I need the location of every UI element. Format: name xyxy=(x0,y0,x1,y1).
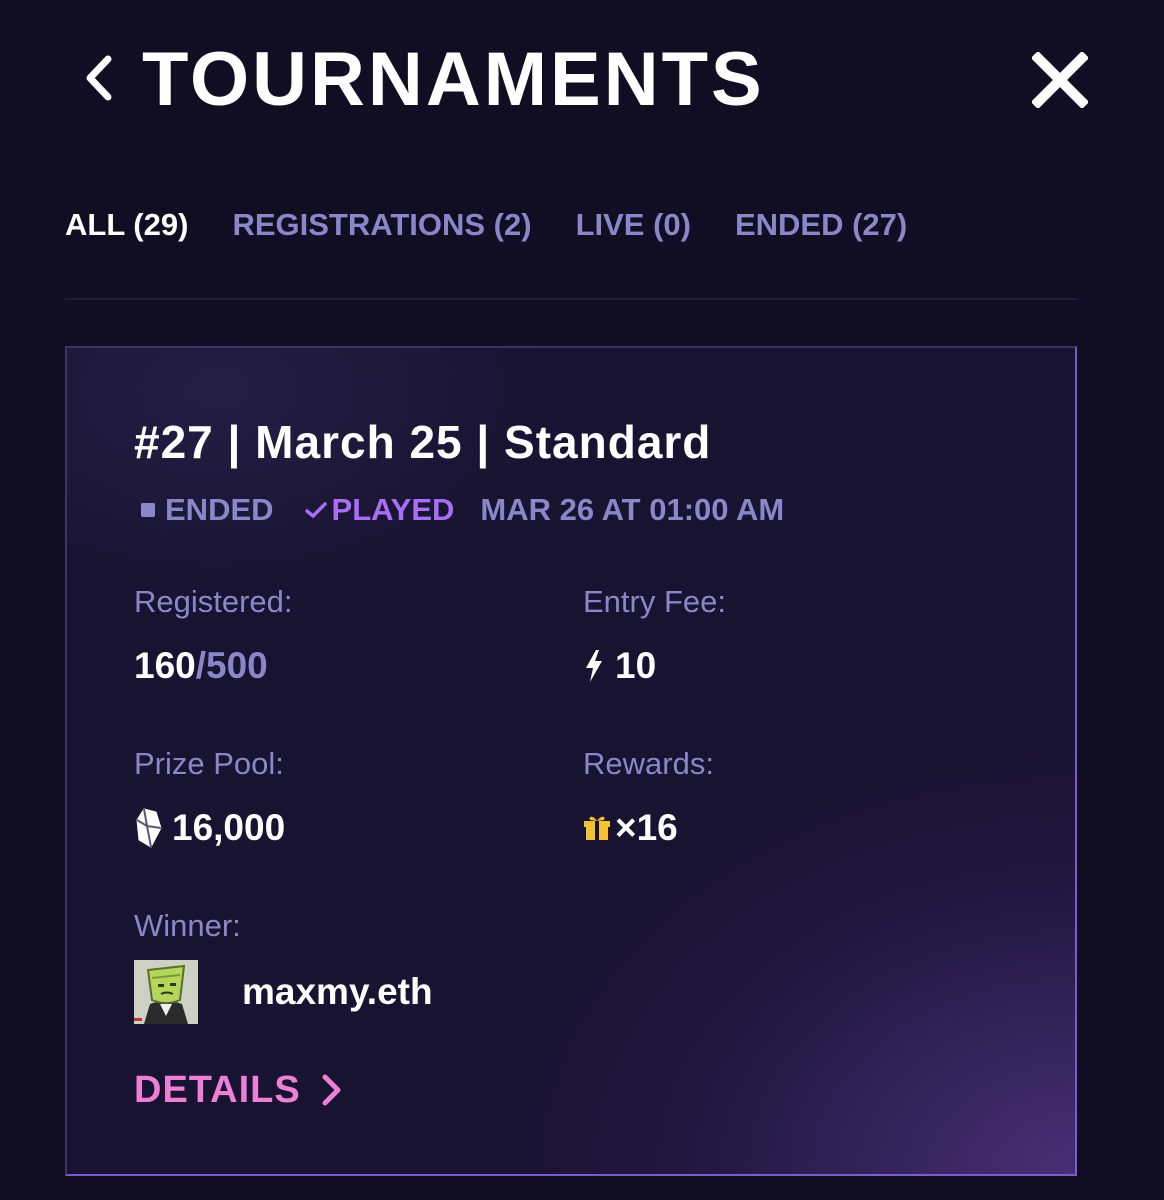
close-button[interactable] xyxy=(1030,50,1090,110)
tab-live[interactable]: LIVE (0) xyxy=(576,205,691,245)
prize-pool-label: Prize Pool: xyxy=(134,746,284,781)
close-icon xyxy=(1032,52,1088,108)
tab-ended[interactable]: ENDED (27) xyxy=(735,205,907,245)
page-title: TOURNAMENTS xyxy=(142,37,765,122)
registered-count: 160 xyxy=(134,645,196,686)
winner-name[interactable]: maxmy.eth xyxy=(242,970,433,1014)
entry-fee-label: Entry Fee: xyxy=(583,584,726,619)
played-badge: PLAYED xyxy=(304,490,455,530)
tournament-title: #27 | March 25 | Standard xyxy=(134,416,712,468)
registered-label: Registered: xyxy=(134,584,293,619)
back-button[interactable] xyxy=(78,52,118,104)
details-text: DETAILS xyxy=(134,1069,301,1111)
lightning-icon xyxy=(586,650,602,682)
checkmark-icon xyxy=(304,502,327,518)
tournament-card[interactable]: #27 | March 25 | Standard ENDED PLAYED M… xyxy=(65,346,1077,1176)
status-row: ENDED PLAYED MAR 26 AT 01:00 AM xyxy=(141,490,784,530)
status-badge: ENDED xyxy=(141,490,274,530)
prize-pool-value: 16,000 xyxy=(134,806,285,850)
tab-registrations[interactable]: REGISTRATIONS (2) xyxy=(232,205,531,245)
registered-value: 160/500 xyxy=(134,644,268,688)
prize-pool-amount: 16,000 xyxy=(172,807,286,848)
rewards-label: Rewards: xyxy=(583,746,714,781)
tournaments-page: TOURNAMENTS ALL (29) REGISTRATIONS (2) L… xyxy=(0,0,1164,1200)
winner-avatar xyxy=(134,960,198,1024)
gift-icon xyxy=(584,816,610,840)
tournament-date: MAR 26 AT 01:00 AM xyxy=(480,492,785,527)
tab-all[interactable]: ALL (29) xyxy=(65,205,188,245)
winner-label: Winner: xyxy=(134,908,241,943)
status-text: ENDED xyxy=(165,492,274,527)
rewards-value: ×16 xyxy=(583,806,678,850)
crystal-icon xyxy=(136,808,162,848)
square-icon xyxy=(141,503,155,517)
chevron-left-icon xyxy=(86,55,112,101)
chevron-right-icon xyxy=(322,1074,341,1106)
rewards-amount: ×16 xyxy=(615,807,678,848)
played-text: PLAYED xyxy=(331,492,455,527)
tab-bar: ALL (29) REGISTRATIONS (2) LIVE (0) ENDE… xyxy=(65,205,951,245)
details-link[interactable]: DETAILS xyxy=(134,1066,345,1114)
entry-fee-amount: 10 xyxy=(615,645,657,686)
registered-max: /500 xyxy=(195,645,268,686)
entry-fee-value: 10 xyxy=(583,644,656,688)
tab-divider xyxy=(65,298,1077,300)
avatar-icon xyxy=(134,960,198,1024)
